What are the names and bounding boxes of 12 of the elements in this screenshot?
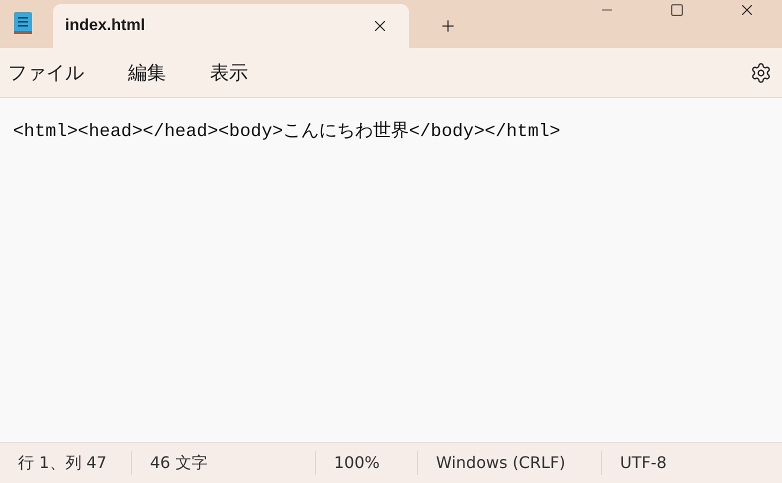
editor-text: <html><head></head><body>こんにちわ世界</body></html>	[13, 120, 562, 142]
tab[interactable]: index.html	[53, 4, 409, 48]
menu-item[interactable]: 表示	[210, 60, 248, 86]
status-text: 行 1、列 47	[0, 451, 132, 475]
menu-item[interactable]: ファイル	[8, 60, 84, 86]
settings-icon[interactable]	[750, 62, 772, 84]
notepad-icon	[12, 10, 34, 36]
status-text: 100%	[316, 451, 418, 475]
menu-item[interactable]: 編集	[128, 60, 166, 86]
status-text: UTF-8	[619, 452, 668, 474]
status-text: 46 文字	[132, 451, 316, 475]
status-text: Windows (CRLF)	[418, 451, 602, 475]
